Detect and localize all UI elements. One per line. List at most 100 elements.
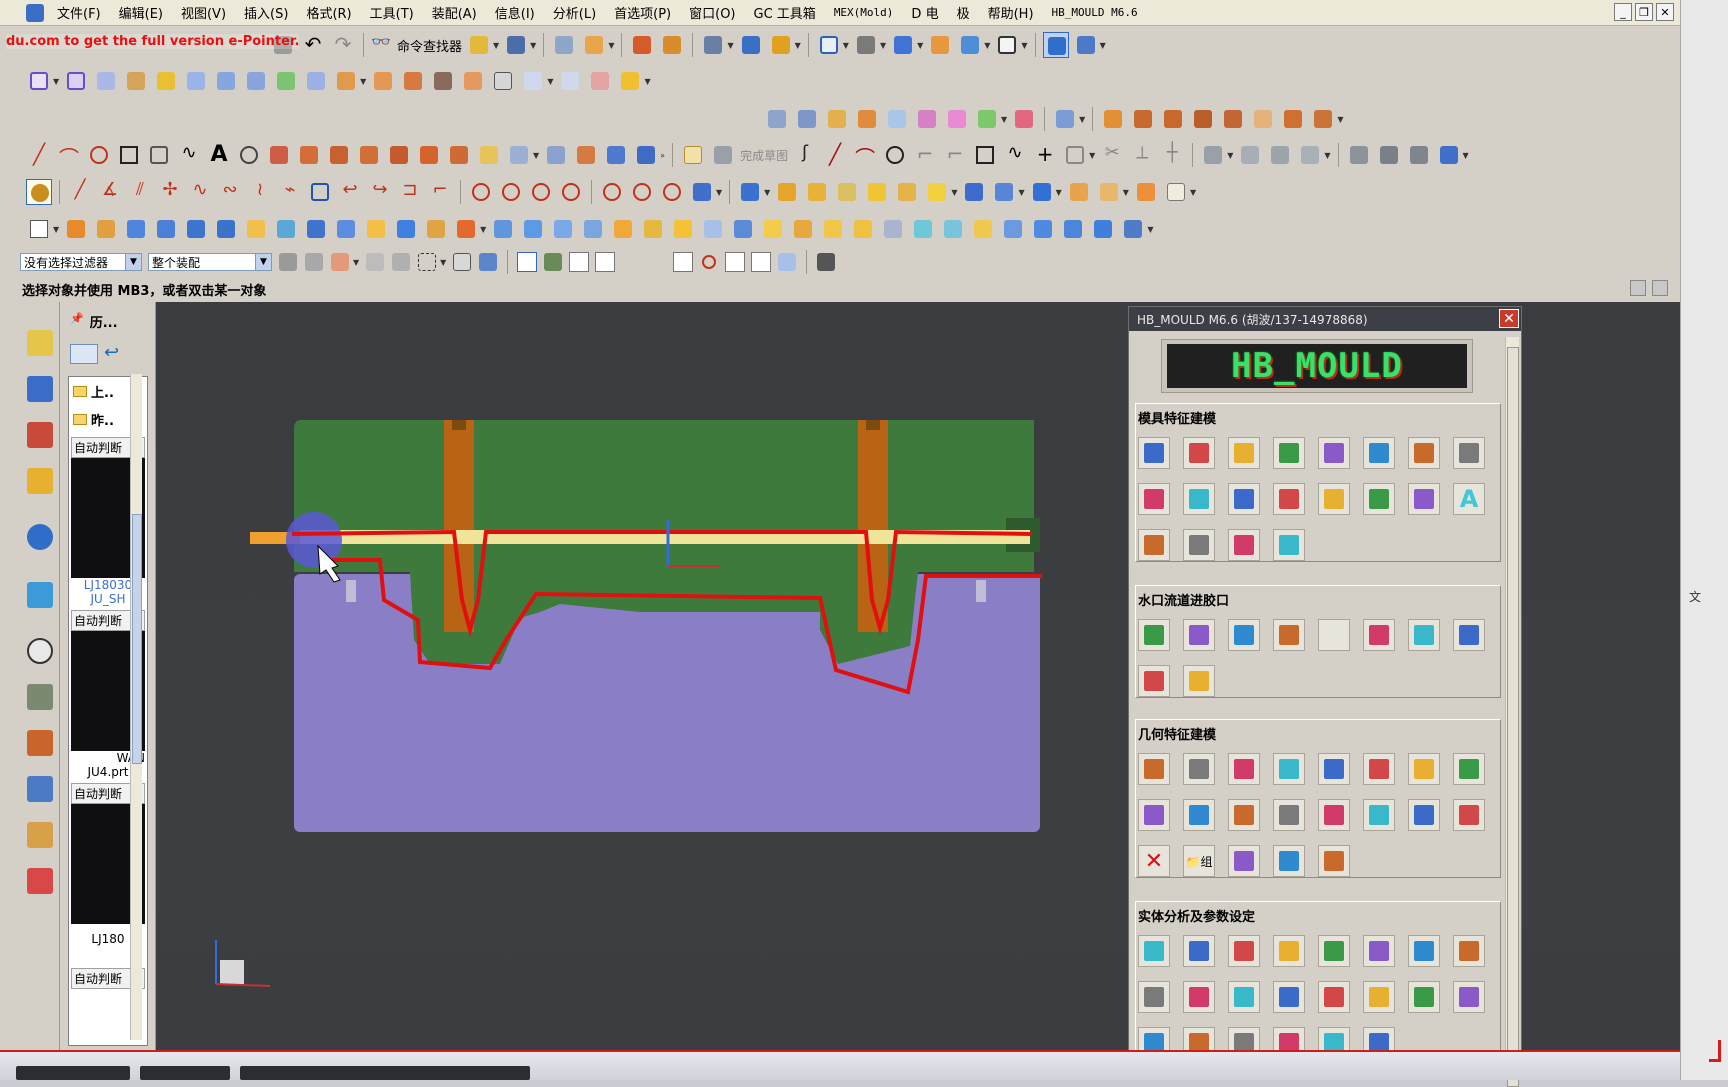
gate-icon[interactable] xyxy=(1228,619,1260,651)
trim-surface-icon[interactable] xyxy=(333,68,359,94)
plane-icon[interactable] xyxy=(1363,935,1395,967)
dropdown-arrow-icon[interactable]: ▼ xyxy=(880,41,886,50)
status-maximize-icon[interactable] xyxy=(1652,280,1668,296)
assembly-navigator-icon[interactable] xyxy=(1073,32,1099,58)
ball-icon[interactable] xyxy=(1120,216,1146,242)
dcurve-perp-icon[interactable]: ✢ xyxy=(157,179,183,205)
replace-face-icon[interactable] xyxy=(880,216,906,242)
close-icon[interactable]: ✕ xyxy=(1499,309,1519,328)
web-browser-tab-icon[interactable] xyxy=(27,582,53,608)
profile-icon[interactable]: ʃ xyxy=(792,142,818,168)
dropdown-arrow-icon[interactable]: ▼ xyxy=(353,258,359,267)
make-corner-icon[interactable]: ┼ xyxy=(1159,142,1185,168)
pen-icon[interactable] xyxy=(689,179,715,205)
sketch-fillet-icon[interactable]: ⌐ xyxy=(912,142,938,168)
edit-parameter-icon[interactable] xyxy=(1250,106,1276,132)
filter-settings-icon[interactable] xyxy=(278,252,298,272)
intersect-curve-icon[interactable] xyxy=(416,142,442,168)
red-cube-icon[interactable] xyxy=(1138,753,1170,785)
divide-curve-icon[interactable] xyxy=(1160,106,1186,132)
finish-sketch-button[interactable]: 完成草图 xyxy=(740,147,788,164)
ruler-icon[interactable] xyxy=(1228,935,1260,967)
plane-sketch-icon[interactable] xyxy=(26,68,52,94)
sketch-circle-icon[interactable] xyxy=(882,142,908,168)
pattern-feature-icon[interactable] xyxy=(820,216,846,242)
project-curve-icon[interactable] xyxy=(356,142,382,168)
dropdown-arrow-icon[interactable]: ▼ xyxy=(360,77,366,86)
dropdown-arrow-icon[interactable]: ▼ xyxy=(1018,188,1024,197)
match-edge-icon[interactable] xyxy=(824,106,850,132)
coin-icon[interactable] xyxy=(1228,981,1260,1013)
curve-offset-icon[interactable] xyxy=(1052,106,1078,132)
feature-8-icon[interactable] xyxy=(961,179,987,205)
chamfer-icon[interactable] xyxy=(610,216,636,242)
menu-hb-mould[interactable]: HB_MOULD M6.6 xyxy=(1043,6,1147,19)
join-curve-icon[interactable] xyxy=(603,142,629,168)
menu-help[interactable]: 帮助(H) xyxy=(979,3,1043,22)
isoparametric-icon[interactable] xyxy=(1011,106,1037,132)
bounded-plane-icon[interactable] xyxy=(63,68,89,94)
move-face-icon[interactable] xyxy=(940,216,966,242)
patch-body-icon[interactable] xyxy=(1030,216,1056,242)
pin-icon[interactable] xyxy=(1183,483,1215,515)
cone-icon[interactable] xyxy=(183,216,209,242)
isocurve-icon[interactable] xyxy=(506,142,532,168)
menu-mex-mold[interactable]: MEX(Mold) xyxy=(825,6,903,19)
subtract-icon[interactable] xyxy=(520,216,546,242)
law-extension-icon[interactable] xyxy=(520,68,546,94)
cloud-icon[interactable] xyxy=(1318,845,1350,877)
animate-dim-icon[interactable] xyxy=(1406,142,1432,168)
bracket-m-icon[interactable] xyxy=(1363,981,1395,1013)
dcurve-point-icon[interactable]: ⌁ xyxy=(277,179,303,205)
rectangle-icon[interactable] xyxy=(116,142,142,168)
edge-blend-icon[interactable] xyxy=(580,216,606,242)
dcurve-tangent-icon[interactable]: ∿ xyxy=(187,179,213,205)
fit-icon[interactable] xyxy=(816,32,842,58)
dropdown-arrow-icon[interactable]: ▼ xyxy=(480,225,486,234)
part-navigator-tab-icon[interactable] xyxy=(27,422,53,448)
measure-box-icon[interactable] xyxy=(1453,799,1485,831)
face-color-icon[interactable] xyxy=(927,32,953,58)
dropdown-arrow-icon[interactable]: ▼ xyxy=(1147,225,1153,234)
sketch-icon[interactable] xyxy=(680,142,706,168)
swept-icon[interactable] xyxy=(153,68,179,94)
snap-view-icon[interactable] xyxy=(700,32,726,58)
list-icon[interactable] xyxy=(1453,981,1485,1013)
split-body-icon[interactable] xyxy=(730,216,756,242)
feature-7-icon[interactable] xyxy=(924,179,950,205)
feature-select-icon[interactable] xyxy=(304,252,324,272)
move-object-icon[interactable] xyxy=(581,32,607,58)
thicken-icon[interactable] xyxy=(460,68,486,94)
assembly-navigator-tab-icon[interactable] xyxy=(27,330,53,356)
rect-select-icon[interactable] xyxy=(417,252,437,272)
taper-icon[interactable] xyxy=(1183,665,1215,697)
dropdown-arrow-icon[interactable]: ▼ xyxy=(53,77,59,86)
tube-icon[interactable] xyxy=(1060,216,1086,242)
dropdown-arrow-icon[interactable]: ▼ xyxy=(1463,151,1469,160)
sketch-point-icon[interactable]: + xyxy=(1032,142,1058,168)
bowl2-icon[interactable] xyxy=(1408,619,1440,651)
sew-icon[interactable] xyxy=(370,68,396,94)
plate-icon[interactable] xyxy=(1183,437,1215,469)
select-solid-icon[interactable] xyxy=(478,252,498,272)
coin2-icon[interactable] xyxy=(1318,981,1350,1013)
face-rule-icon[interactable] xyxy=(330,252,350,272)
feature-5-icon[interactable] xyxy=(864,179,890,205)
revolve-icon[interactable] xyxy=(93,216,119,242)
constraint-icon[interactable] xyxy=(1200,142,1226,168)
grid-surface-icon[interactable] xyxy=(587,68,613,94)
resize-icon[interactable] xyxy=(1273,753,1305,785)
menu-analysis[interactable]: 分析(L) xyxy=(544,3,605,22)
slot-icon[interactable] xyxy=(393,216,419,242)
snap-center-icon[interactable] xyxy=(673,252,694,272)
text-box-icon[interactable] xyxy=(1453,935,1485,967)
bar-icon[interactable] xyxy=(1273,483,1305,515)
stack-icon[interactable] xyxy=(1273,529,1305,561)
extract-body-icon[interactable] xyxy=(617,68,643,94)
feature-3-icon[interactable] xyxy=(804,179,830,205)
grid-icon[interactable] xyxy=(1183,529,1215,561)
box-icon[interactable] xyxy=(1228,753,1260,785)
line-icon[interactable]: ╱ xyxy=(26,142,52,168)
combined-curve-icon[interactable] xyxy=(386,142,412,168)
color-grid-icon[interactable] xyxy=(1363,753,1395,785)
